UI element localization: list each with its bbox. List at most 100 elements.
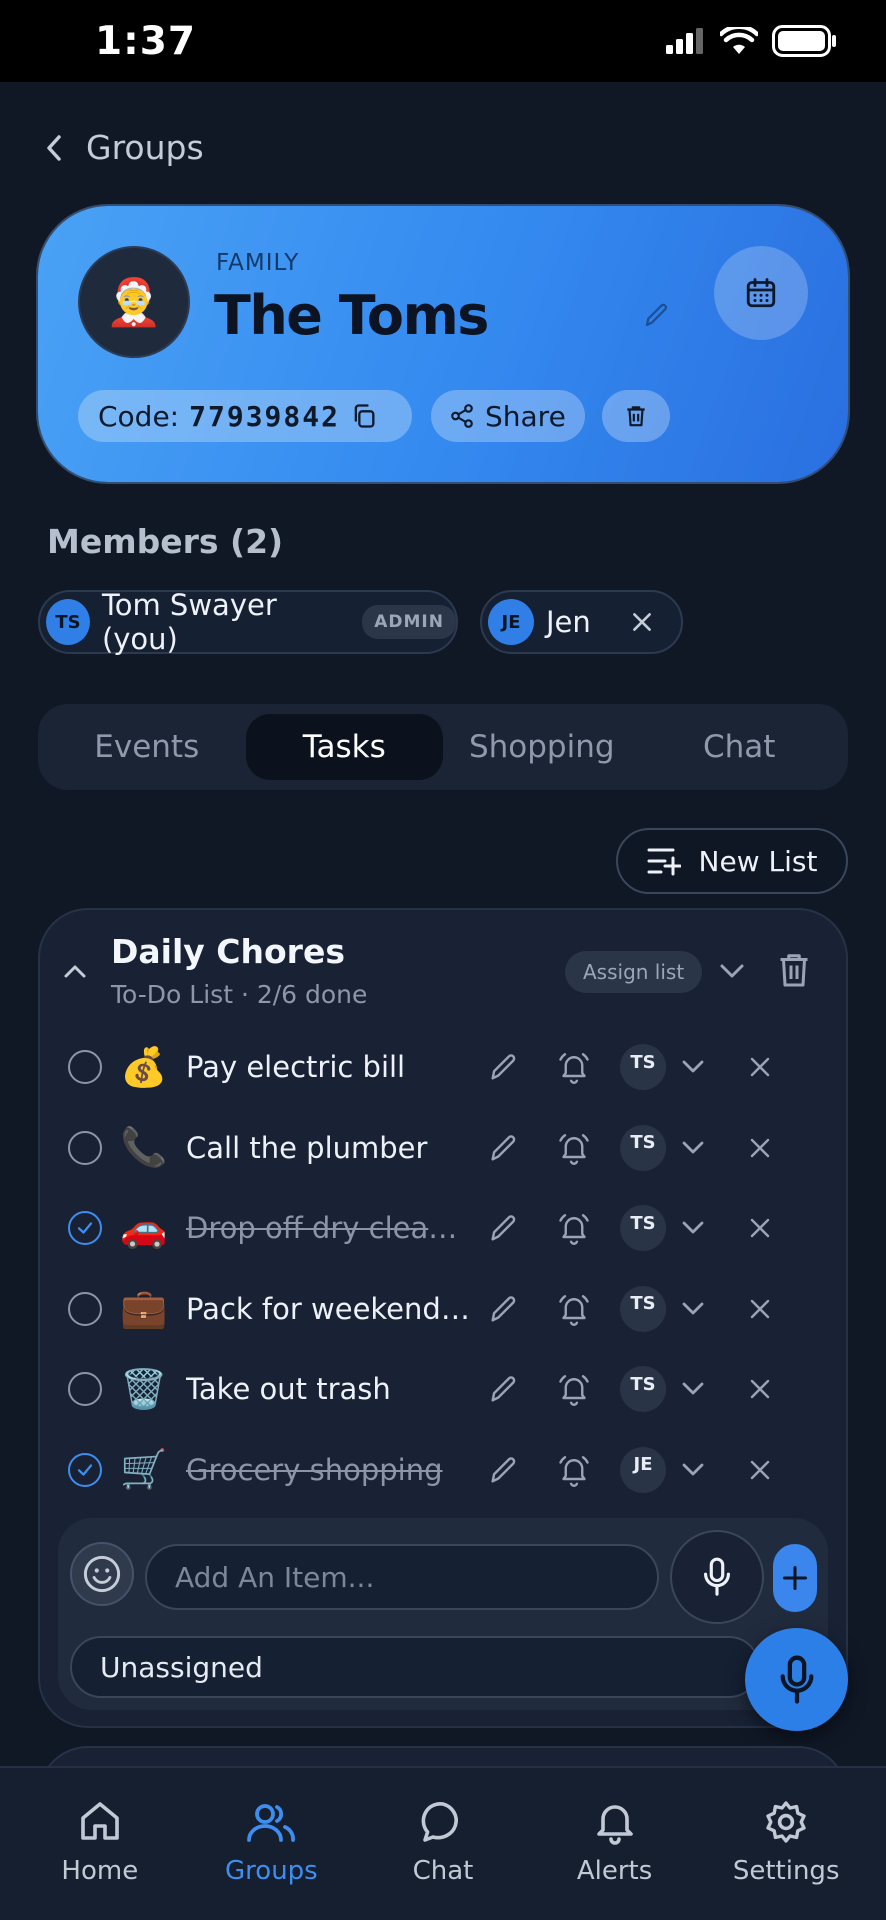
edit-task-button[interactable] [480, 1131, 528, 1165]
close-icon [750, 1218, 770, 1238]
back-button[interactable]: Groups [44, 128, 204, 167]
task-options-button[interactable] [672, 1218, 714, 1238]
task-label[interactable]: Grocery shopping [186, 1453, 474, 1487]
task-options-button[interactable] [672, 1460, 714, 1480]
pencil-icon [491, 1376, 516, 1402]
status-time: 1:37 [95, 18, 197, 64]
reminder-button[interactable] [550, 1210, 598, 1246]
assignee-select[interactable]: Unassigned [70, 1636, 760, 1698]
task-emoji: 💰 [120, 1044, 168, 1089]
assign-list-button[interactable]: Assign list [565, 951, 703, 993]
list-subtitle: To-Do List · 2/6 done [111, 980, 368, 1009]
code-value: 77939842 [189, 399, 340, 433]
pencil-icon [491, 1134, 516, 1161]
task-label[interactable]: Pack for weekend trip [186, 1292, 474, 1326]
reminder-button[interactable] [550, 1371, 598, 1407]
edit-task-button[interactable] [480, 1211, 528, 1245]
delete-task-button[interactable] [742, 1055, 778, 1079]
assignee-avatar[interactable]: JE [620, 1446, 666, 1493]
emoji-button[interactable] [70, 1542, 134, 1606]
task-checkbox[interactable] [68, 1211, 102, 1245]
avatar: TS [46, 599, 90, 645]
chevron-down-icon [682, 1221, 704, 1234]
task-checkbox[interactable] [68, 1372, 102, 1406]
edit-task-button[interactable] [480, 1050, 528, 1084]
task-label[interactable]: Drop off dry cleaning [186, 1211, 474, 1245]
pencil-icon [491, 1456, 516, 1483]
delete-group-button[interactable] [602, 390, 670, 442]
nav-groups[interactable]: Groups [186, 1768, 358, 1920]
mic-icon [704, 1557, 730, 1596]
chevron-left-icon [47, 134, 61, 161]
delete-task-button[interactable] [742, 1458, 778, 1482]
share-label: Share [485, 399, 566, 433]
nav-settings[interactable]: Settings [700, 1768, 872, 1920]
task-options-button[interactable] [672, 1057, 714, 1077]
member-chip-jen[interactable]: JE Jen [480, 590, 683, 654]
task-options-button[interactable] [672, 1379, 714, 1399]
task-checkbox[interactable] [68, 1291, 102, 1326]
reminder-button[interactable] [550, 1291, 598, 1327]
edit-task-button[interactable] [480, 1292, 528, 1326]
calendar-button[interactable] [714, 246, 808, 340]
member-name: Jen [546, 605, 591, 639]
reminder-button[interactable] [550, 1130, 598, 1166]
assignee-avatar[interactable]: TS [620, 1366, 666, 1412]
delete-list-icon[interactable] [776, 950, 812, 990]
member-chip-tom[interactable]: TS Tom Swayer (you) ADMIN [38, 588, 458, 656]
collapse-chevron-icon[interactable] [62, 960, 88, 982]
edit-task-button[interactable] [480, 1372, 528, 1406]
avatar-emoji: 🤶 [105, 274, 163, 329]
task-checkbox[interactable] [68, 1452, 102, 1487]
mic-icon [780, 1655, 813, 1704]
assignee-avatar[interactable]: TS [620, 1205, 666, 1251]
remove-member-icon[interactable] [629, 609, 655, 635]
pencil-icon [491, 1295, 516, 1322]
delete-task-button[interactable] [742, 1136, 778, 1160]
task-row: 💰 Pay electric bill TS [60, 1034, 820, 1100]
task-label[interactable]: Take out trash [186, 1372, 474, 1406]
chat-icon [421, 1802, 458, 1842]
assignee-avatar[interactable]: TS [620, 1044, 666, 1090]
checkmark-icon [77, 1222, 93, 1234]
nav-chat[interactable]: Chat [357, 1768, 529, 1920]
edit-task-button[interactable] [480, 1453, 528, 1487]
smiley-icon [83, 1555, 121, 1593]
tab-shopping[interactable]: Shopping [443, 714, 641, 780]
chevron-down-icon[interactable] [718, 960, 746, 982]
share-button[interactable]: Share [431, 390, 585, 442]
task-label[interactable]: Pay electric bill [186, 1050, 474, 1084]
tab-chat[interactable]: Chat [641, 714, 839, 780]
task-options-button[interactable] [672, 1299, 714, 1319]
reminder-button[interactable] [550, 1049, 598, 1085]
checkmark-icon [77, 1463, 93, 1476]
edit-name-button[interactable] [642, 300, 672, 330]
nav-alerts[interactable]: Alerts [529, 1768, 701, 1920]
home-icon [80, 1802, 119, 1840]
voice-input-button[interactable] [670, 1530, 764, 1624]
voice-assistant-button[interactable] [745, 1628, 848, 1731]
task-checkbox[interactable] [68, 1050, 102, 1084]
plus-icon [782, 1565, 808, 1591]
tab-tasks[interactable]: Tasks [245, 714, 443, 780]
reminder-button[interactable] [550, 1452, 598, 1488]
delete-task-button[interactable] [742, 1377, 778, 1401]
add-item-button[interactable] [773, 1544, 817, 1612]
new-list-button[interactable]: New List [616, 828, 848, 894]
battery-icon [772, 25, 836, 57]
group-code-pill[interactable]: Code: 77939842 [78, 390, 412, 442]
assignee-avatar[interactable]: TS [620, 1285, 666, 1332]
pencil-icon [645, 303, 668, 327]
task-options-button[interactable] [672, 1138, 714, 1158]
task-label[interactable]: Call the plumber [186, 1131, 474, 1165]
add-item-input[interactable]: Add An Item... [145, 1544, 659, 1610]
delete-task-button[interactable] [742, 1216, 778, 1240]
delete-task-button[interactable] [742, 1297, 778, 1321]
nav-home[interactable]: Home [14, 1768, 186, 1920]
admin-badge: ADMIN [362, 605, 456, 639]
bell-icon [596, 1805, 633, 1845]
tab-events[interactable]: Events [48, 714, 246, 780]
assignee-avatar[interactable]: TS [620, 1124, 666, 1171]
task-checkbox[interactable] [68, 1130, 102, 1165]
task-row: 💼 Pack for weekend trip TS [60, 1276, 820, 1342]
